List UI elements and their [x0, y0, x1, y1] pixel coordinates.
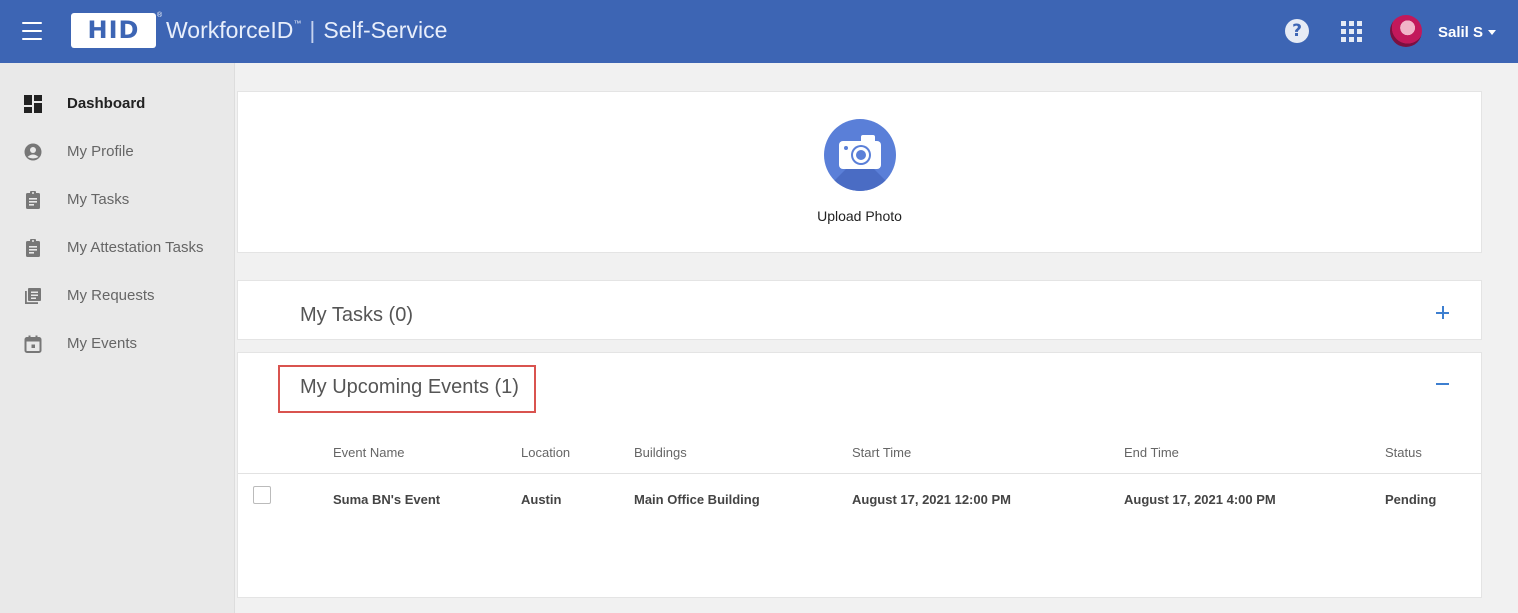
service-name: Self-Service [323, 17, 448, 43]
hamburger-menu-icon[interactable] [22, 22, 42, 40]
user-name: Salil S [1438, 24, 1484, 41]
column-header-end-time[interactable]: End Time [1124, 445, 1179, 460]
sidebar-item-label: My Attestation Tasks [67, 239, 204, 256]
avatar[interactable] [1390, 15, 1422, 47]
column-header-buildings[interactable]: Buildings [634, 445, 687, 460]
sidebar-item-my-attestation-tasks[interactable]: My Attestation Tasks [0, 226, 235, 270]
photo-card: Upload Photo [237, 91, 1482, 253]
logo-text: HID [87, 16, 140, 44]
upcoming-events-title[interactable]: My Upcoming Events (1) [300, 376, 519, 399]
cell-end-time: August 17, 2021 4:00 PM [1124, 492, 1276, 507]
dashboard-icon [24, 95, 42, 113]
cell-event-name: Suma BN's Event [333, 492, 441, 507]
column-header-status[interactable]: Status [1385, 445, 1422, 460]
list-stack-icon [25, 288, 41, 304]
camera-icon[interactable] [824, 119, 896, 191]
sidebar-item-my-tasks[interactable]: My Tasks [0, 178, 235, 222]
calendar-icon [24, 335, 42, 353]
title-separator: | [309, 17, 316, 43]
product-title: WorkforceID™ | Self-Service [166, 17, 447, 44]
expand-plus-icon[interactable] [1433, 303, 1453, 323]
upcoming-events-panel: My Upcoming Events (1) Event Name Locati… [237, 352, 1482, 598]
top-header-bar: HID ® WorkforceID™ | Self-Service ? Salil … [0, 0, 1518, 63]
caret-down-icon [1488, 29, 1497, 35]
column-header-location[interactable]: Location [521, 445, 570, 460]
cell-buildings: Main Office Building [634, 492, 760, 507]
sidebar-item-dashboard[interactable]: Dashboard [0, 82, 235, 126]
logo-registered-mark: ® [157, 12, 163, 19]
sidebar-item-label: My Requests [67, 287, 155, 304]
help-icon[interactable]: ? [1285, 19, 1309, 43]
column-header-start-time[interactable]: Start Time [852, 445, 911, 460]
clipboard-icon [26, 191, 40, 209]
my-tasks-panel: My Tasks (0) [237, 280, 1482, 340]
sidebar: Dashboard My Profile My Tasks My Attesta… [0, 63, 235, 613]
header-divider [238, 473, 1481, 474]
cell-status: Pending [1385, 492, 1437, 507]
sidebar-item-my-requests[interactable]: My Requests [0, 274, 235, 318]
product-trademark: ™ [293, 19, 302, 28]
cell-start-time: August 17, 2021 12:00 PM [852, 492, 1011, 507]
sidebar-item-label: My Profile [67, 143, 134, 160]
product-name: WorkforceID [166, 17, 294, 43]
user-menu[interactable]: Salil S [1438, 24, 1497, 41]
apps-grid-icon[interactable] [1341, 21, 1362, 42]
my-tasks-title[interactable]: My Tasks (0) [300, 304, 413, 327]
account-circle-icon [24, 143, 42, 161]
collapse-minus-icon[interactable] [1433, 374, 1453, 394]
cell-location: Austin [521, 492, 562, 507]
sidebar-item-label: My Events [67, 335, 138, 352]
clipboard-icon [26, 239, 40, 257]
row-checkbox[interactable] [253, 486, 271, 504]
sidebar-item-my-profile[interactable]: My Profile [0, 130, 235, 174]
upload-photo-label[interactable]: Upload Photo [238, 208, 1481, 224]
sidebar-item-my-events[interactable]: My Events [0, 322, 235, 366]
sidebar-item-label: My Tasks [67, 191, 130, 208]
sidebar-item-label: Dashboard [67, 95, 146, 112]
hid-logo: HID [71, 13, 156, 48]
column-header-event-name[interactable]: Event Name [333, 445, 405, 460]
